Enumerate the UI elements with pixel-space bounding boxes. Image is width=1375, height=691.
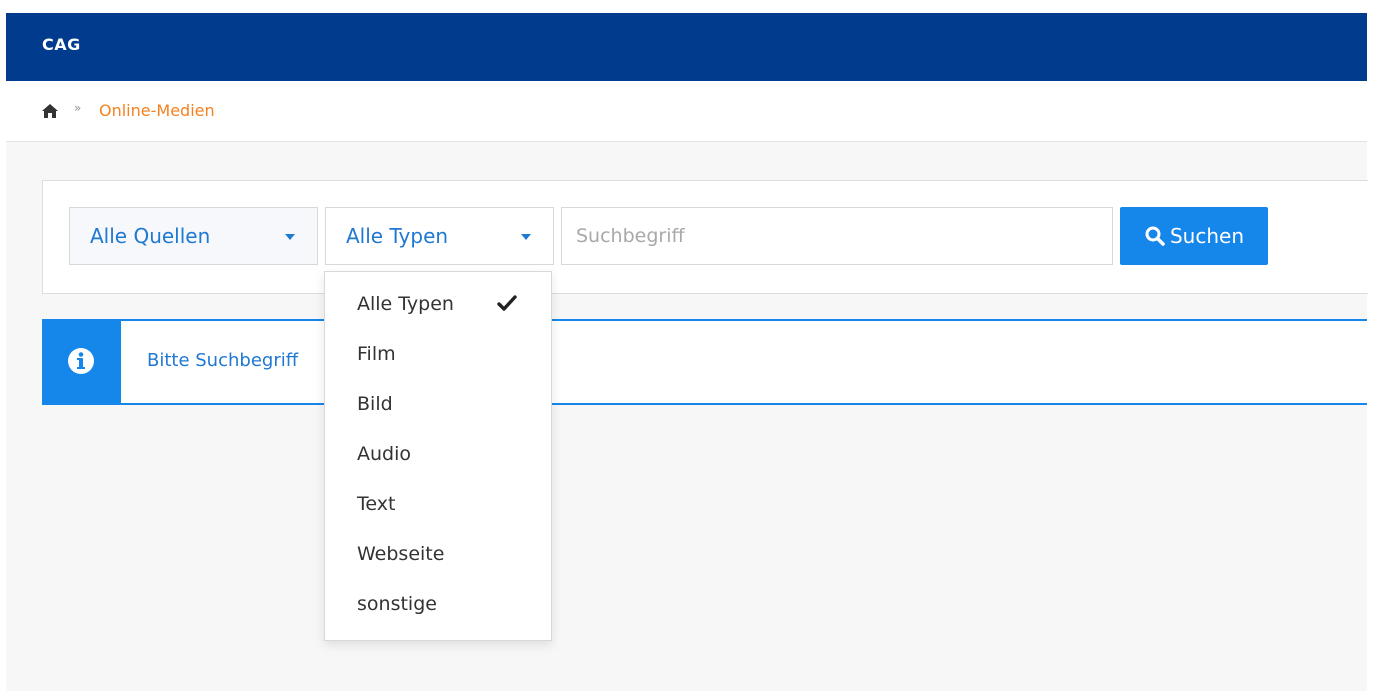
search-button[interactable]: Suchen [1120,207,1268,265]
dropdown-item-alle-typen[interactable]: Alle Typen [325,280,551,330]
top-navbar: CAG [6,13,1367,81]
dropdown-item-label: Bild [357,393,393,415]
home-icon[interactable] [41,103,59,119]
brand-logo[interactable]: CAG [42,35,81,54]
source-select-label: Alle Quellen [90,224,211,248]
dropdown-item-label: Film [357,343,396,365]
chevron-down-icon [521,234,531,240]
breadcrumb-separator: » [74,101,82,115]
type-dropdown-menu: Alle Typen Film Bild Audio Text Webseite… [324,271,552,641]
dropdown-item-bild[interactable]: Bild [325,380,551,430]
breadcrumb: » Online-Medien [6,81,1367,142]
dropdown-item-label: Audio [357,443,412,465]
type-select[interactable]: Alle Typen [325,207,554,265]
info-circle-icon [68,348,94,374]
type-select-label: Alle Typen [346,224,449,248]
source-select[interactable]: Alle Quellen [69,207,318,265]
dropdown-item-label: Webseite [357,543,445,565]
dropdown-item-label: sonstige [357,593,437,615]
search-input[interactable] [561,207,1113,265]
dropdown-item-webseite[interactable]: Webseite [325,530,551,580]
checkmark-icon [497,295,517,313]
info-alert: Bitte Suchbegriff [42,319,1367,405]
info-message: Bitte Suchbegriff [147,350,299,371]
chevron-down-icon [285,234,295,240]
search-panel: Alle Quellen Alle Typen Suchen [42,180,1368,294]
dropdown-item-label: Text [357,493,396,515]
dropdown-item-sonstige[interactable]: sonstige [325,580,551,630]
dropdown-item-audio[interactable]: Audio [325,430,551,480]
dropdown-item-text[interactable]: Text [325,480,551,530]
dropdown-item-film[interactable]: Film [325,330,551,380]
info-alert-icon-area [42,319,121,405]
app-frame: CAG » Online-Medien Alle Quellen Alle Ty… [6,13,1368,691]
page: CAG » Online-Medien Alle Quellen Alle Ty… [0,0,1375,691]
search-button-label: Suchen [1169,224,1245,248]
dropdown-item-label: Alle Typen [357,293,454,315]
breadcrumb-current[interactable]: Online-Medien [99,101,215,120]
search-icon [1144,225,1166,247]
